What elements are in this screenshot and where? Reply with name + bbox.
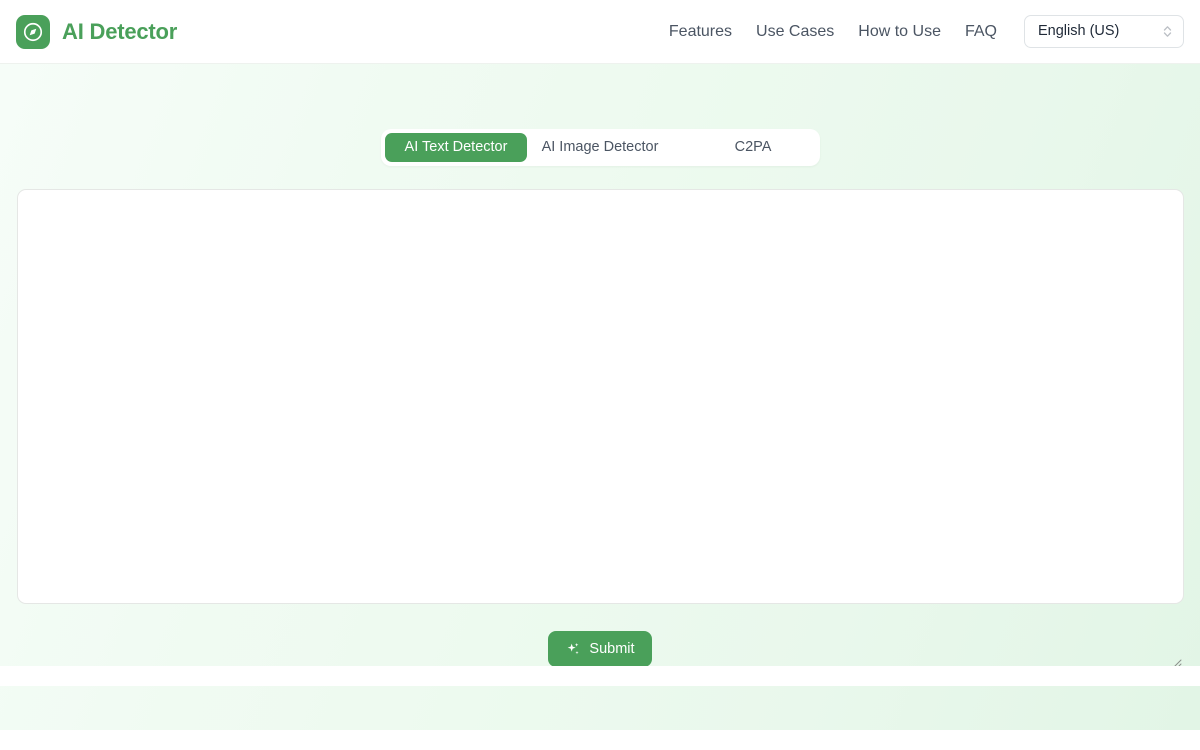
text-input[interactable] [17,189,1184,604]
submit-button-label: Submit [589,640,635,657]
language-select-value: English (US) [1038,23,1120,40]
brand-logo-link[interactable]: AI Detector [16,14,178,49]
page-body: AI Text Detector AI Image Detector C2PA … [0,64,1200,730]
tab-c2pa[interactable]: C2PA [727,133,779,162]
tab-ai-text-detector[interactable]: AI Text Detector [385,133,527,162]
compass-icon [16,14,50,49]
site-header: AI Detector Features Use Cases How to Us… [0,0,1200,64]
sparkles-icon [565,641,581,657]
language-select[interactable]: English (US) [1024,15,1184,48]
nav-item-how-to-use[interactable]: How to Use [846,16,953,47]
nav-item-features[interactable]: Features [657,16,744,47]
nav-item-faq[interactable]: FAQ [953,16,1009,47]
detector-tabs: AI Text Detector AI Image Detector C2PA [381,129,820,166]
page-footer-spacer [0,666,1200,686]
brand-name: AI Detector [62,18,178,44]
nav-item-use-cases[interactable]: Use Cases [744,16,846,47]
chevron-updown-icon [1163,25,1172,38]
submit-button[interactable]: Submit [548,631,652,667]
tab-ai-image-detector[interactable]: AI Image Detector [539,133,661,162]
main-nav: Features Use Cases How to Use FAQ Englis… [657,15,1184,48]
